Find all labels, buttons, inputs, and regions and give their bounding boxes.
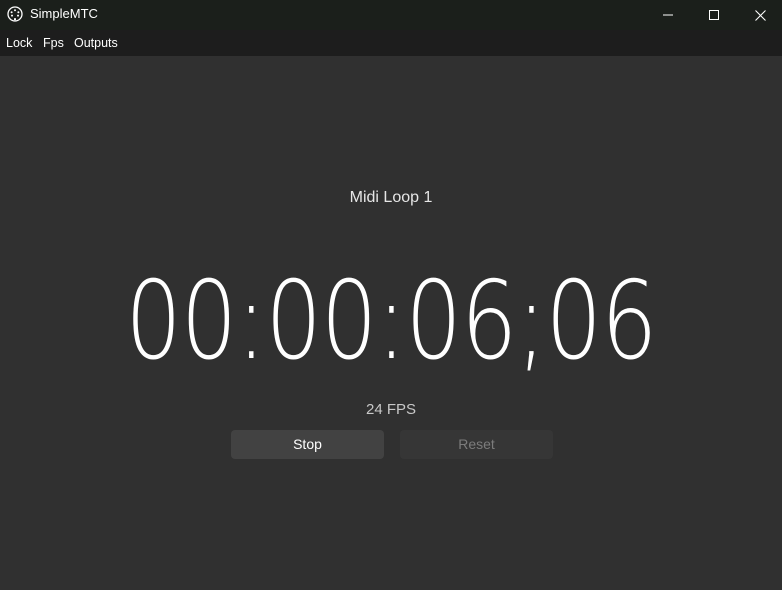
midi-source-label: Midi Loop 1: [349, 189, 433, 206]
menu-outputs[interactable]: Outputs: [74, 36, 118, 50]
minimize-icon: [663, 10, 673, 20]
midi-din-icon: [7, 6, 23, 22]
timecode-display: 00:00:06;06: [125, 259, 657, 384]
menu-bar: Lock Fps Outputs: [0, 30, 782, 56]
maximize-icon: [709, 10, 719, 20]
close-icon: [754, 9, 766, 21]
fps-label: 24 FPS: [365, 401, 417, 418]
minimize-button[interactable]: [645, 0, 691, 30]
reset-button[interactable]: Reset: [400, 430, 553, 459]
close-button[interactable]: [737, 0, 782, 30]
main-panel: Midi Loop 1 00:00:06;06 24 FPS Stop Rese…: [0, 56, 782, 590]
stop-button[interactable]: Stop: [231, 430, 384, 459]
menu-lock[interactable]: Lock: [6, 36, 32, 50]
menu-fps[interactable]: Fps: [43, 36, 64, 50]
title-bar[interactable]: SimpleMTC: [0, 0, 782, 30]
maximize-button[interactable]: [691, 0, 737, 30]
app-window: SimpleMTC Lock Fps Outputs Midi Loop 1 0…: [0, 0, 782, 590]
window-title: SimpleMTC: [30, 6, 98, 21]
